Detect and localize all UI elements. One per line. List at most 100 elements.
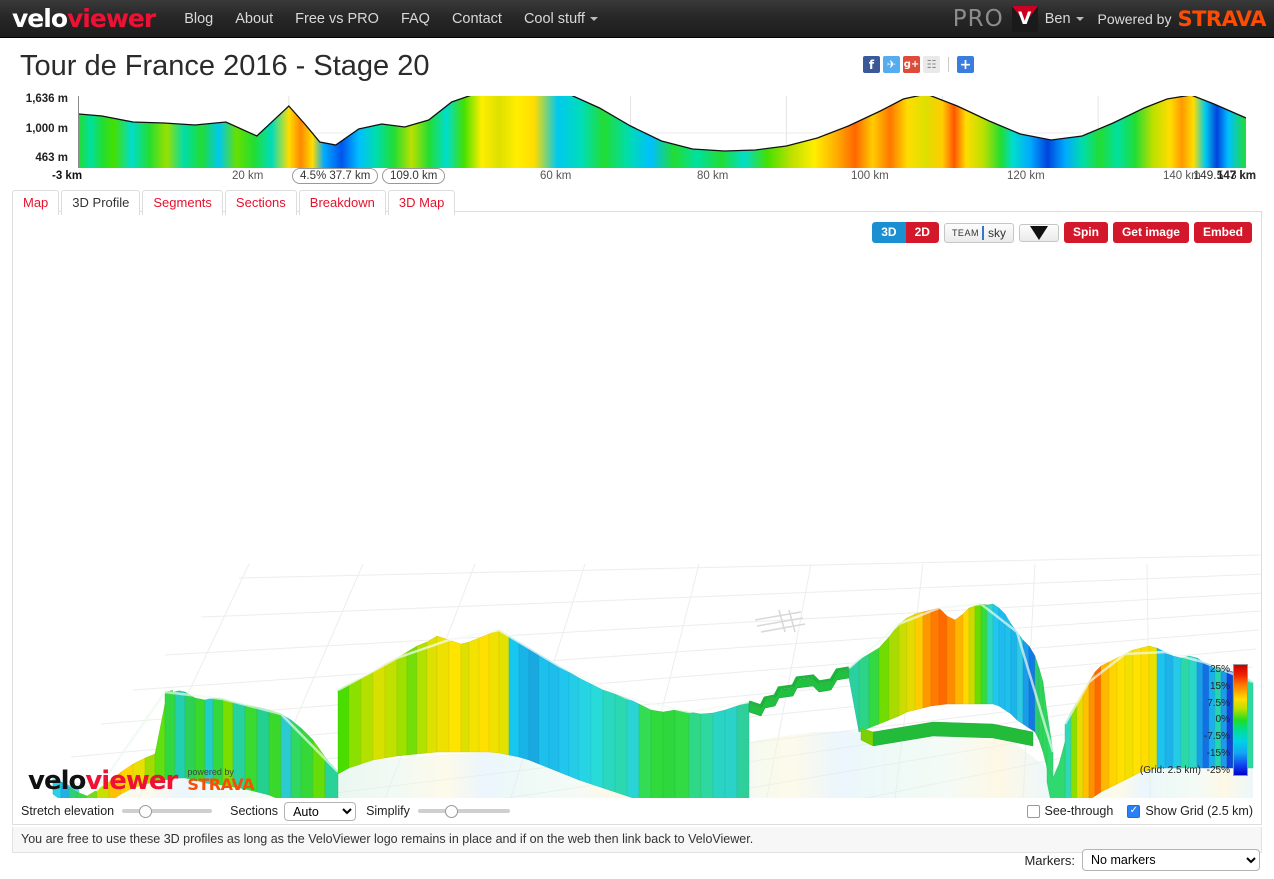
user-menu-label: Ben [1044, 11, 1071, 27]
nav-item-faq[interactable]: FAQ [390, 11, 441, 27]
viewer-toolbar: 3D 2D TEAM sky Spin Get image Embed [872, 222, 1252, 243]
chevron-down-icon [589, 16, 598, 21]
user-menu[interactable]: Ben [1045, 11, 1084, 27]
tab-breakdown[interactable]: Breakdown [298, 190, 386, 215]
chevron-down-icon [1075, 17, 1084, 22]
elevation-plot-area[interactable] [78, 96, 1246, 168]
x-tick-0: -3 km [52, 170, 83, 182]
tab-3d-map[interactable]: 3D Map [387, 190, 456, 215]
watermark-logo: veloviewer [28, 766, 178, 796]
twitter-icon[interactable]: ✈ [883, 56, 900, 73]
y-tick-max: 1,636 m [25, 93, 68, 105]
total-distance-label: 149.543 km [1193, 168, 1256, 182]
veloviewer-avatar-icon[interactable]: V [1011, 6, 1038, 32]
gradient-legend: 25% 15% 7.5% 0% -7.5% -15% -25% [1204, 664, 1248, 776]
markers-label: Markers: [1024, 852, 1075, 868]
logo-velo-text: velo [12, 4, 68, 33]
logo-viewer-text: viewer [67, 4, 156, 33]
sky-label: sky [981, 225, 1006, 240]
spin-button[interactable]: Spin [1063, 222, 1108, 243]
nav-item-free-vs-pro[interactable]: Free vs PRO [284, 11, 390, 27]
x-tick-3: 80 km [697, 170, 729, 182]
team-label: TEAM [951, 227, 979, 238]
nav-item-about[interactable]: About [224, 11, 284, 27]
show-grid-box-icon[interactable] [1127, 804, 1141, 818]
3d-profile-svg [42, 554, 1261, 824]
legend-tick-4: -7.5% [1203, 731, 1230, 743]
powered-by-label: Powered by [1097, 11, 1172, 27]
x-tick-5: 120 km [1007, 170, 1045, 182]
3d-profile-panel[interactable]: 3D 2D TEAM sky Spin Get image Embed velo… [12, 211, 1262, 825]
x-tick-1: 20 km [232, 170, 264, 182]
viewer-controls: Stretch elevation Sections Auto Simplify… [13, 798, 1261, 824]
share-buttons: f ✈ g+ ☷ + [863, 56, 974, 73]
legend-tick-0: 25% [1209, 664, 1230, 675]
legend-tick-2: 7.5% [1207, 697, 1230, 709]
veloviewer-watermark: veloviewer powered by STRAVA [28, 766, 255, 796]
embed-button[interactable]: Embed [1193, 222, 1252, 243]
page-title: Tour de France 2016 - Stage 20 [20, 50, 430, 82]
x-tick-2: 60 km [540, 170, 572, 182]
veloviewer-logo[interactable]: veloviewer [12, 4, 156, 33]
view-2d-button[interactable]: 2D [905, 222, 939, 243]
elevation-x-axis: -3 km 20 km 60 km 80 km 100 km 120 km 14… [0, 168, 1274, 186]
markers-control: Markers: No markers [1024, 849, 1260, 871]
show-grid-checkbox[interactable]: Show Grid (2.5 km) [1127, 804, 1253, 818]
nav-item-cool-stuff[interactable]: Cool stuff [513, 11, 609, 27]
y-tick-mid: 1,000 m [25, 123, 68, 135]
addthis-plus-icon[interactable]: + [957, 56, 974, 73]
show-grid-label: Show Grid (2.5 km) [1145, 804, 1253, 818]
3d-scene[interactable] [13, 212, 1261, 824]
y-tick-min: 463 m [35, 152, 68, 164]
strava-logo: STRAVA [1177, 7, 1266, 31]
see-through-label: See-through [1044, 804, 1114, 818]
selection-gradient-pill[interactable]: 4.5% 37.7 km [292, 168, 379, 184]
see-through-checkbox[interactable]: See-through [1026, 804, 1114, 818]
legend-tick-3: 0% [1215, 714, 1230, 726]
share-network-icon[interactable]: ☷ [923, 56, 940, 73]
nav-item-contact[interactable]: Contact [441, 11, 513, 27]
gradient-color-bar [1233, 664, 1248, 776]
simplify-slider[interactable] [417, 809, 510, 813]
sections-label: Sections [230, 804, 279, 818]
get-image-button[interactable]: Get image [1112, 222, 1189, 243]
tab-map[interactable]: Map [12, 190, 60, 215]
tab-sections[interactable]: Sections [224, 190, 297, 215]
simplify-label: Simplify [366, 804, 410, 818]
top-navbar: veloviewer Blog About Free vs PRO FAQ Co… [0, 0, 1274, 38]
selection-position-pill[interactable]: 109.0 km [382, 168, 446, 184]
facebook-icon[interactable]: f [863, 56, 880, 73]
googleplus-icon[interactable]: g+ [903, 56, 920, 73]
avatar-letter: V [1018, 8, 1032, 29]
watermark-velo: velo [28, 766, 86, 796]
team-sky-button[interactable]: TEAM sky [943, 222, 1014, 243]
gradient-legend-labels: 25% 15% 7.5% 0% -7.5% -15% -25% [1204, 664, 1230, 776]
elevation-profile[interactable]: 1,636 m 1,000 m 463 m -3 km 20 km 60 km … [0, 88, 1274, 186]
watermark-viewer: viewer [85, 766, 178, 796]
nav-item-cool-stuff-label: Cool stuff [523, 10, 585, 27]
grid-note-label: (Grid: 2.5 km) [1139, 765, 1201, 776]
markers-select[interactable]: No markers [1082, 849, 1260, 871]
tab-3d-profile[interactable]: 3D Profile [61, 190, 141, 215]
watermark-strava: powered by STRAVA [187, 767, 255, 795]
tab-segments[interactable]: Segments [142, 190, 223, 215]
stretch-elevation-slider[interactable] [122, 809, 213, 813]
nav-right-group: PRO V Ben Powered by STRAVA [953, 0, 1266, 38]
nav-links: Blog About Free vs PRO FAQ Contact Cool … [173, 11, 609, 27]
pro-badge: PRO [952, 6, 1004, 32]
legend-tick-5: -15% [1206, 748, 1230, 760]
elevation-chart-svg [79, 96, 1246, 168]
stretch-elevation-label: Stretch elevation [21, 804, 115, 818]
view-3d-button[interactable]: 3D [872, 222, 906, 243]
watermark-strava-label: STRAVA [187, 775, 255, 795]
view-mode-toggle: 3D 2D [872, 222, 939, 243]
nav-item-blog[interactable]: Blog [173, 11, 224, 27]
see-through-box-icon[interactable] [1026, 804, 1040, 818]
v-logo-icon [1029, 225, 1048, 240]
elevation-y-axis: 1,636 m 1,000 m 463 m [0, 88, 74, 168]
share-divider [948, 57, 949, 72]
veloviewer-v-button[interactable] [1018, 223, 1059, 242]
x-tick-4: 100 km [851, 170, 889, 182]
legend-tick-6: -25% [1206, 764, 1230, 776]
sections-select[interactable]: Auto [284, 801, 357, 821]
